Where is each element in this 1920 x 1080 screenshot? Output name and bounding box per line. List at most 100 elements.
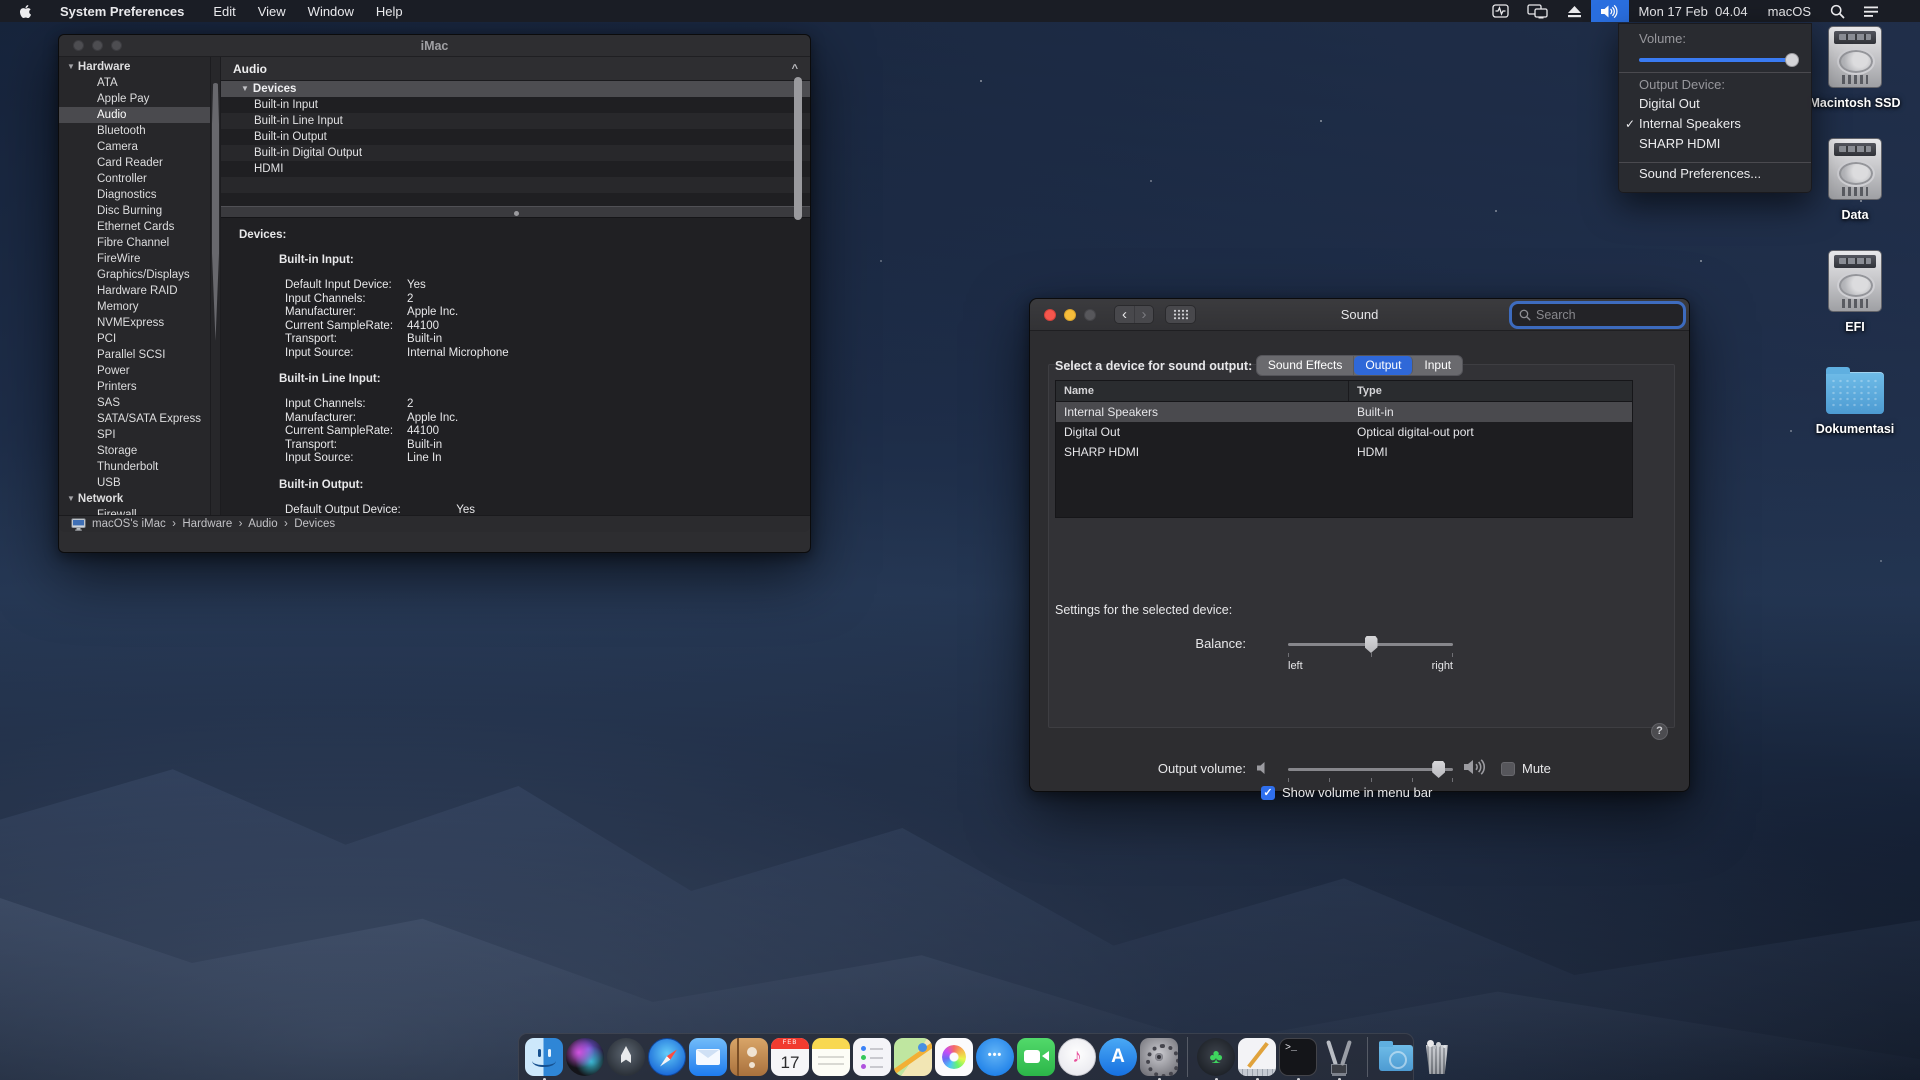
dock-photos[interactable] <box>935 1037 973 1077</box>
sidebar-item-disc-burning[interactable]: Disc Burning <box>59 203 210 219</box>
tree-item-hdmi[interactable]: HDMI <box>221 161 810 177</box>
table-row-internal-speakers[interactable]: Internal SpeakersBuilt-in <box>1056 402 1632 422</box>
volume-icon[interactable] <box>1591 0 1629 22</box>
disclosure-triangle-icon[interactable]: ▼ <box>67 59 75 75</box>
dock-finder[interactable] <box>525 1037 563 1077</box>
tab-sound-effects[interactable]: Sound Effects <box>1257 356 1355 375</box>
help-button[interactable]: ? <box>1651 723 1668 740</box>
tree-item-built-in-input[interactable]: Built-in Input <box>221 97 810 113</box>
scrollbar-thumb[interactable] <box>212 83 219 341</box>
dock-launchpad[interactable] <box>607 1037 645 1077</box>
notification-list-icon[interactable] <box>1854 0 1888 22</box>
collapse-chevron-icon[interactable]: ^ <box>792 63 798 75</box>
dock-safari[interactable] <box>648 1037 686 1077</box>
sidebar-item-parallel-scsi[interactable]: Parallel SCSI <box>59 347 210 363</box>
table-row-digital-out[interactable]: Digital OutOptical digital-out port <box>1056 422 1632 442</box>
show-all-button[interactable] <box>1165 305 1196 324</box>
dock-maps[interactable] <box>894 1037 932 1077</box>
show-volume-checkbox[interactable]: ✓ <box>1261 786 1275 800</box>
displays-icon[interactable] <box>1518 0 1558 22</box>
sidebar-item-sata-sata-express[interactable]: SATA/SATA Express <box>59 411 210 427</box>
dock-sysprefs[interactable] <box>1140 1037 1178 1077</box>
sidebar-item-controller[interactable]: Controller <box>59 171 210 187</box>
menu-volume-slider[interactable] <box>1639 58 1797 62</box>
dock-mail[interactable] <box>689 1037 727 1077</box>
apple-menu-icon[interactable] <box>0 0 50 22</box>
sidebar-item-firewire[interactable]: FireWire <box>59 251 210 267</box>
sidebar-item-firewall[interactable]: Firewall <box>59 507 210 515</box>
dock-appstore[interactable]: A <box>1099 1037 1137 1077</box>
sidebar-item-memory[interactable]: Memory <box>59 299 210 315</box>
dock-clover[interactable]: ♣ <box>1197 1037 1235 1077</box>
sidebar-item-bluetooth[interactable]: Bluetooth <box>59 123 210 139</box>
sidebar-item-hardware-raid[interactable]: Hardware RAID <box>59 283 210 299</box>
dock-siri[interactable] <box>566 1037 604 1077</box>
dock-contacts[interactable] <box>730 1037 768 1077</box>
sidebar-item-sas[interactable]: SAS <box>59 395 210 411</box>
dock-folder[interactable] <box>1377 1037 1415 1077</box>
menu-item-window[interactable]: Window <box>297 0 365 22</box>
sidebar-group-network[interactable]: ▼Network <box>59 491 210 507</box>
menu-user[interactable]: macOS <box>1758 4 1821 19</box>
eject-icon[interactable] <box>1558 0 1591 22</box>
sidebar-item-audio[interactable]: Audio <box>59 107 210 123</box>
menu-app-name[interactable]: System Preferences <box>50 4 194 19</box>
sidebar-item-card-reader[interactable]: Card Reader <box>59 155 210 171</box>
system-information-titlebar[interactable]: iMac <box>59 35 810 57</box>
activity-icon[interactable] <box>1483 0 1518 22</box>
spotlight-icon[interactable] <box>1821 0 1854 22</box>
tree-item-built-in-output[interactable]: Built-in Output <box>221 129 810 145</box>
dock-maciasl[interactable] <box>1238 1037 1276 1077</box>
sidebar-item-fibre-channel[interactable]: Fibre Channel <box>59 235 210 251</box>
menu-item-help[interactable]: Help <box>365 0 414 22</box>
menu-volume-knob[interactable] <box>1785 53 1799 67</box>
tab-output[interactable]: Output <box>1354 356 1413 375</box>
dock-reminders[interactable] <box>853 1037 891 1077</box>
dock-calendar[interactable]: FEB17 <box>771 1037 809 1077</box>
desktop-icon-macintosh-ssd[interactable]: Macintosh SSD <box>1797 26 1913 112</box>
sidebar-item-pci[interactable]: PCI <box>59 331 210 347</box>
close-button[interactable] <box>1044 309 1056 321</box>
minimize-button[interactable] <box>1064 309 1076 321</box>
menu-clock[interactable]: Mon 17 Feb 04.04 <box>1629 4 1758 19</box>
sound-titlebar[interactable]: ‹ › Sound Search <box>1030 299 1689 331</box>
menu-item-edit[interactable]: Edit <box>202 0 246 22</box>
dock-trash[interactable] <box>1418 1037 1456 1077</box>
minimize-button[interactable] <box>92 40 103 51</box>
mute-checkbox[interactable] <box>1501 762 1515 776</box>
output-device-internal-speakers[interactable]: ✓Internal Speakers <box>1619 114 1811 134</box>
output-volume-slider[interactable] <box>1288 768 1453 771</box>
disclosure-triangle-icon[interactable]: ▼ <box>241 81 249 97</box>
sidebar-scrollbar[interactable] <box>211 57 221 515</box>
desktop-icon-data[interactable]: Data <box>1797 138 1913 224</box>
sidebar-item-power[interactable]: Power <box>59 363 210 379</box>
column-header-type[interactable]: Type <box>1349 381 1632 401</box>
dock-messages[interactable]: ••• <box>976 1037 1014 1077</box>
tree-group-devices[interactable]: ▼Devices <box>221 81 810 97</box>
split-handle[interactable] <box>221 206 810 218</box>
sidebar-item-thunderbolt[interactable]: Thunderbolt <box>59 459 210 475</box>
tree-item-built-in-digital-output[interactable]: Built-in Digital Output <box>221 145 810 161</box>
sidebar-item-nvmexpress[interactable]: NVMExpress <box>59 315 210 331</box>
menu-item-view[interactable]: View <box>247 0 297 22</box>
sidebar-item-graphics-displays[interactable]: Graphics/Displays <box>59 267 210 283</box>
balance-slider[interactable] <box>1288 643 1453 646</box>
sidebar-item-diagnostics[interactable]: Diagnostics <box>59 187 210 203</box>
forward-button[interactable]: › <box>1134 306 1153 323</box>
table-row-sharp-hdmi[interactable]: SHARP HDMIHDMI <box>1056 442 1632 462</box>
tab-input[interactable]: Input <box>1413 356 1462 375</box>
search-field[interactable]: Search <box>1512 304 1683 326</box>
dock-notes[interactable] <box>812 1037 850 1077</box>
zoom-button[interactable] <box>1084 309 1096 321</box>
back-button[interactable]: ‹ <box>1115 306 1134 323</box>
dock-terminal[interactable]: >_ <box>1279 1037 1317 1077</box>
dock-itunes[interactable]: ♪ <box>1058 1037 1096 1077</box>
sidebar-item-apple-pay[interactable]: Apple Pay <box>59 91 210 107</box>
column-header-name[interactable]: Name <box>1056 381 1349 401</box>
sidebar-item-spi[interactable]: SPI <box>59 427 210 443</box>
close-button[interactable] <box>73 40 84 51</box>
sidebar-item-printers[interactable]: Printers <box>59 379 210 395</box>
tree-item-built-in-line-input[interactable]: Built-in Line Input <box>221 113 810 129</box>
output-volume-slider-thumb[interactable] <box>1432 761 1445 778</box>
sidebar-item-camera[interactable]: Camera <box>59 139 210 155</box>
